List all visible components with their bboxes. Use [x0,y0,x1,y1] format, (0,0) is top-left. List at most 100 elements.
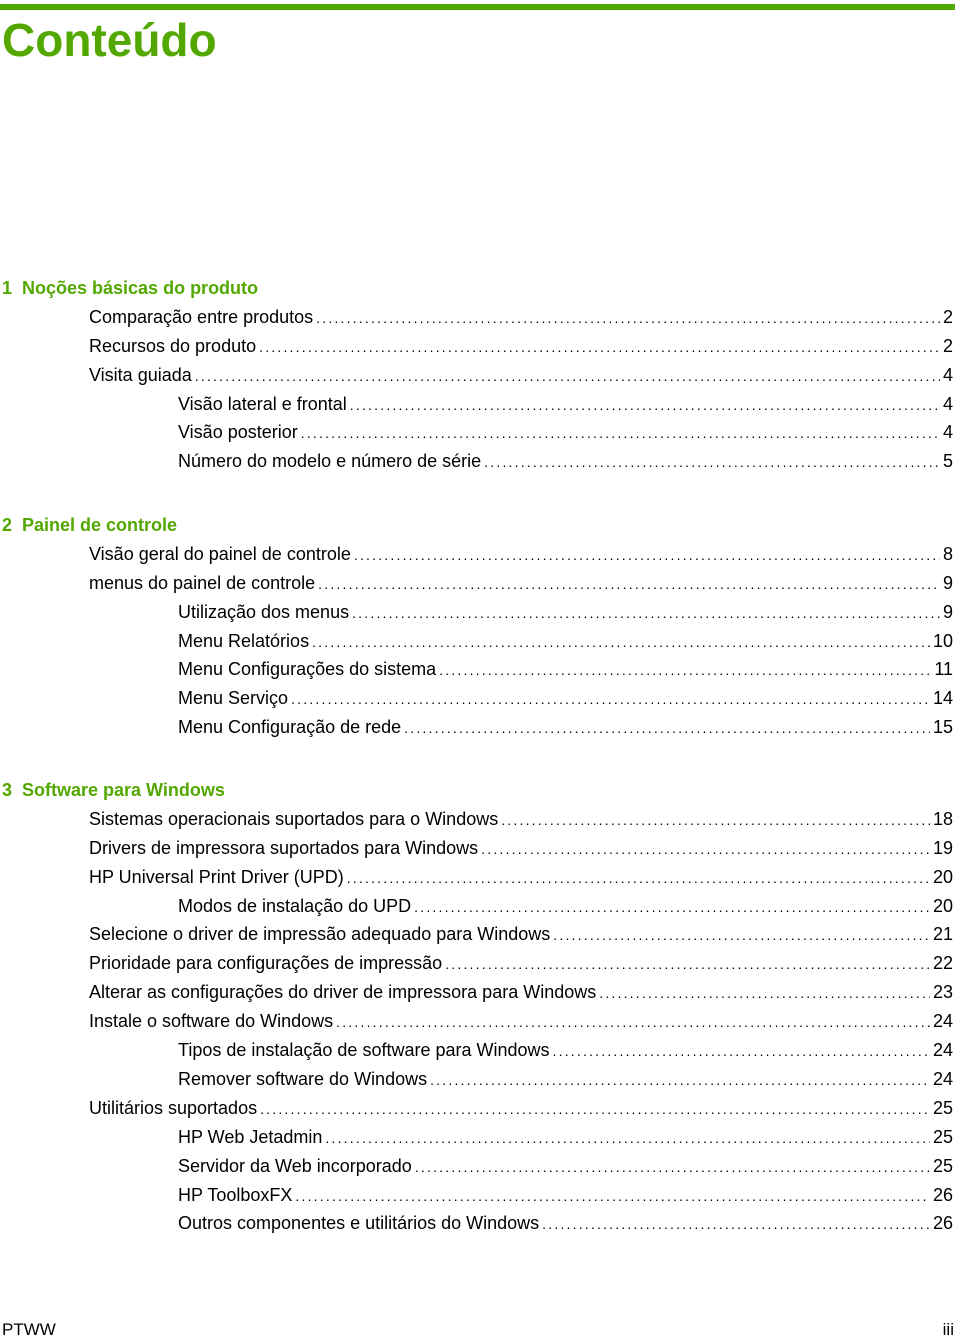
dot-leader [350,394,940,415]
toc-entry-label: Visão posterior [178,422,298,443]
toc-entry-label: HP ToolboxFX [178,1184,293,1205]
toc-entry[interactable]: Recursos do produto 2 [89,335,953,357]
toc-entry-page: 24 [932,1011,953,1032]
toc-entry[interactable]: Remover software do Windows 24 [178,1068,953,1090]
toc-entry-label: Menu Configuração de rede [178,717,402,738]
toc-entry-label: HP Web Jetadmin [178,1126,323,1147]
dot-leader [291,688,930,709]
toc-entry[interactable]: Menu Configurações do sistema 11 [178,658,953,680]
toc-entry-page: 20 [932,866,953,887]
toc-entry-page: 15 [932,717,953,738]
toc-entry-page: 8 [942,543,953,564]
toc-entry-page: 9 [942,572,953,593]
toc-entry-label: Instale o software do Windows [89,1011,334,1032]
dot-leader [542,1213,930,1234]
toc-entry[interactable]: Utilitários suportados 25 [89,1097,953,1119]
toc-entry-page: 4 [942,393,953,414]
toc-entry[interactable]: Outros componentes e utilitários do Wind… [178,1212,953,1234]
toc-entry[interactable]: Servidor da Web incorporado 25 [178,1155,953,1177]
dot-leader [553,924,930,945]
toc-entry-label: Selecione o driver de impressão adequado… [89,924,551,945]
toc-entry[interactable]: Visita guiada 4 [89,364,953,386]
toc-entry-page: 5 [942,451,953,472]
toc-entry[interactable]: Visão lateral e frontal 4 [178,393,953,415]
toc-entry-page: 21 [932,924,953,945]
toc-entry[interactable]: HP Web Jetadmin 25 [178,1126,953,1148]
toc-entry[interactable]: Número do modelo e número de série 5 [178,450,953,472]
toc-entry-page: 2 [942,306,953,327]
dot-leader [481,838,930,859]
toc-entry-label: Outros componentes e utilitários do Wind… [178,1213,540,1234]
chapter-heading[interactable]: 1 Noções básicas do produto [2,277,258,299]
toc-entry-label: Utilitários suportados [89,1097,258,1118]
toc-entry[interactable]: Menu Configuração de rede 15 [178,716,953,738]
dot-leader [599,982,930,1003]
dot-leader [259,336,940,357]
toc-entry[interactable]: HP Universal Print Driver (UPD) 20 [89,866,953,888]
toc-entry-label: Prioridade para configurações de impress… [89,953,443,974]
toc-entry[interactable]: Visão geral do painel de controle 8 [89,543,953,565]
dot-leader [295,1185,930,1206]
toc-entry[interactable]: Drivers de impressora suportados para Wi… [89,837,953,859]
dot-leader [312,631,930,652]
chapter-number: 1 [2,278,13,298]
toc-entry-label: Visão geral do painel de controle [89,543,351,564]
toc-entry[interactable]: Selecione o driver de impressão adequado… [89,923,953,945]
toc-entry-page: 10 [932,630,953,651]
toc-entry[interactable]: menus do painel de controle 9 [89,572,953,594]
toc-entry[interactable]: Visão posterior 4 [178,421,953,443]
toc-entry-label: Tipos de instalação de software para Win… [178,1040,550,1060]
dot-leader [415,1156,930,1177]
toc-entry-page: 25 [932,1097,953,1118]
toc-entry-page: 2 [942,335,953,356]
dot-leader [430,1069,930,1090]
dot-leader [347,867,930,888]
toc-entry-page: 24 [932,1040,953,1060]
toc-entry-label: Recursos do produto [89,335,257,356]
toc-entry-label: menus do painel de controle [89,572,316,593]
toc-entry-label: Servidor da Web incorporado [178,1155,412,1176]
toc-entry[interactable]: Sistemas operacionais suportados para o … [89,808,953,830]
toc-entry[interactable]: Alterar as configurações do driver de im… [89,981,953,1003]
toc-entry[interactable]: Tipos de instalação de software para Win… [178,1039,953,1061]
toc-entry-label: Alterar as configurações do driver de im… [89,982,597,1003]
chapter-number: 2 [2,515,13,535]
toc-entry-page: 26 [932,1184,953,1205]
toc-entry-page: 14 [932,688,953,709]
toc-entry-label: Drivers de impressora suportados para Wi… [89,837,479,858]
chapter-heading[interactable]: 2 Painel de controle [2,514,177,536]
dot-leader [445,953,930,974]
toc-entry[interactable]: Menu Relatórios 10 [178,630,953,652]
toc-entry-label: Menu Serviço [178,688,289,709]
toc-entry-page: 25 [932,1126,953,1147]
toc-entry[interactable]: HP ToolboxFX 26 [178,1184,953,1206]
toc-entry-page: 23 [932,982,953,1003]
toc-entry[interactable]: Modos de instalação do UPD 20 [178,895,953,917]
dot-leader [301,422,940,443]
chapter-title: Noções básicas do produto [22,278,259,298]
toc-entry[interactable]: Instale o software do Windows 24 [89,1010,953,1032]
footer-page-number: iii [942,1320,954,1339]
chapter-number: 3 [2,780,13,800]
toc-entry-label: Menu Configurações do sistema [178,659,437,680]
toc-entry[interactable]: Utilização dos menus 9 [178,601,953,623]
toc-entry[interactable]: Menu Serviço 14 [178,687,953,709]
toc-entry[interactable]: Comparação entre produtos 2 [89,306,953,328]
dot-leader [352,602,940,623]
dot-leader [316,307,940,328]
toc-entry-page: 26 [932,1213,953,1234]
toc-entry-label: Sistemas operacionais suportados para o … [89,808,499,829]
dot-leader [501,809,930,830]
toc-entry[interactable]: Prioridade para configurações de impress… [89,952,953,974]
dot-leader [195,365,940,386]
toc-entry-page: 25 [932,1155,953,1176]
dot-leader [336,1011,930,1032]
chapter-title: Painel de controle [22,515,178,535]
toc-entry-page: 9 [942,601,953,622]
toc-entry-label: Remover software do Windows [178,1068,428,1089]
footer-left: PTWW [2,1320,56,1339]
dot-leader [414,896,930,917]
chapter-heading[interactable]: 3 Software para Windows [2,779,225,801]
toc-entry-label: Número do modelo e número de série [178,451,482,472]
page-title: Conteúdo [2,14,217,66]
